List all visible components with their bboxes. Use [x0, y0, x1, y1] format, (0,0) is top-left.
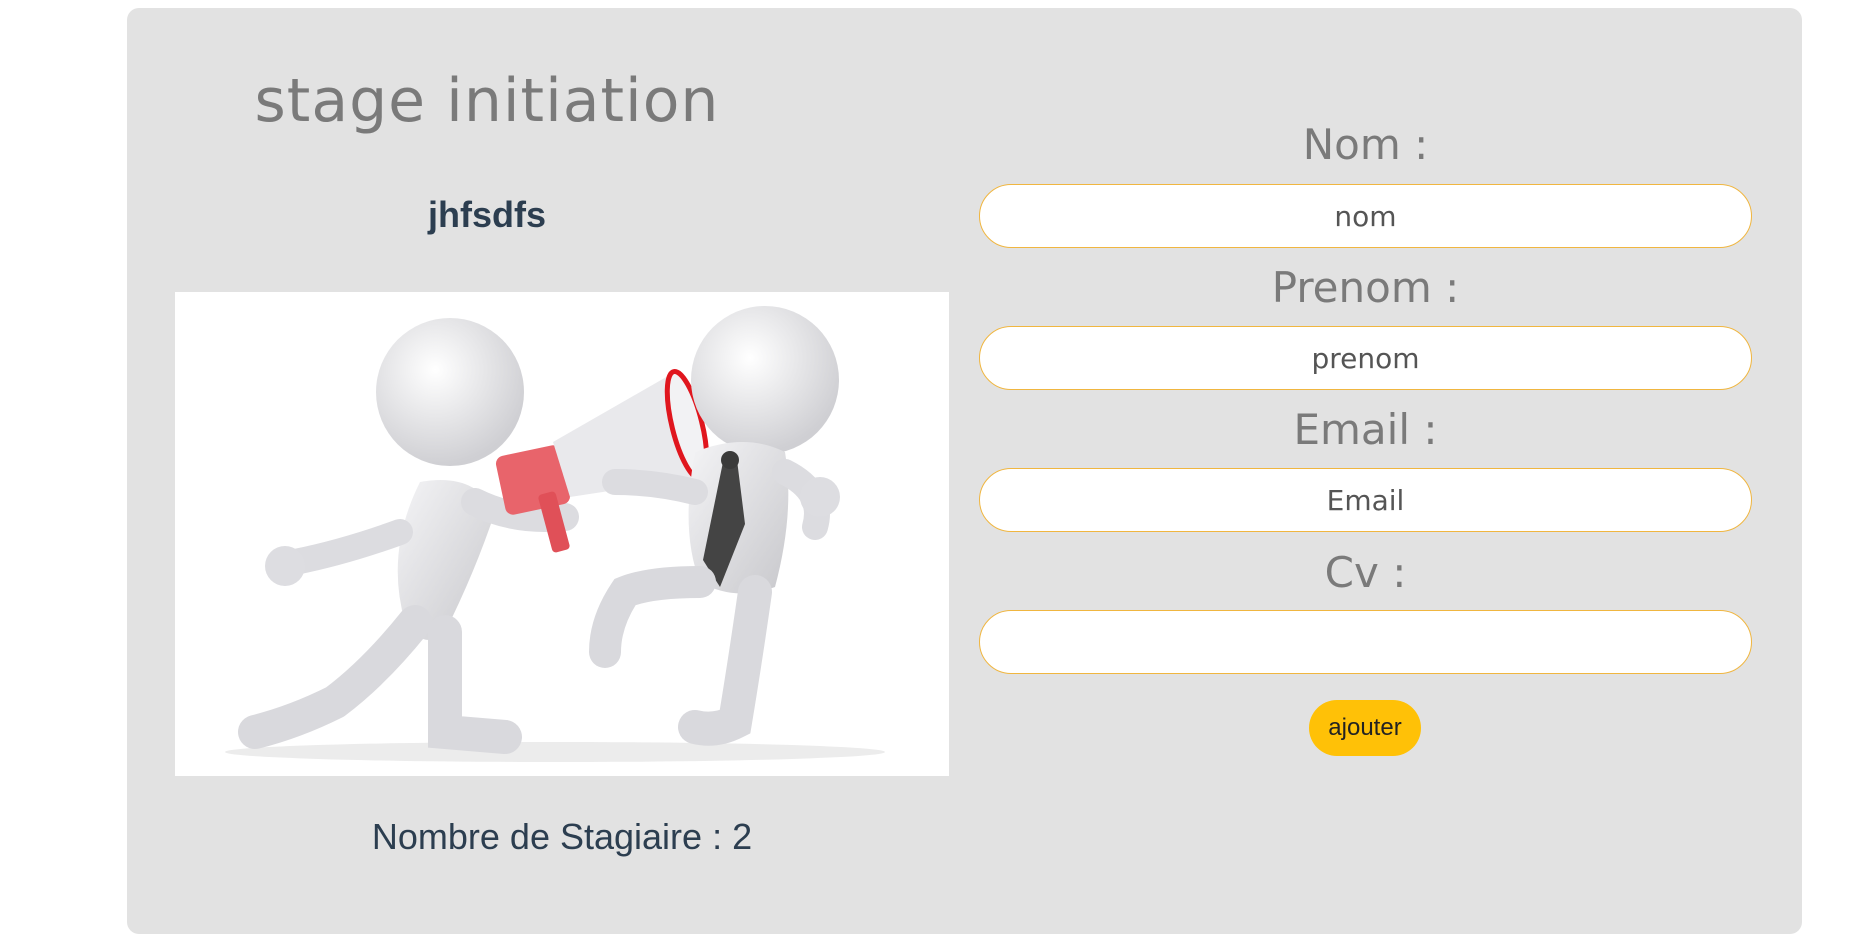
subtitle: jhfsdfs: [427, 194, 546, 235]
illustration-image: [175, 292, 949, 776]
trainee-form: Nom : Prenom : Email : Cv : ajouter: [979, 8, 1752, 934]
trainee-count: Nombre de Stagiaire : 2: [371, 816, 753, 857]
page-title: stage initiation: [254, 66, 720, 136]
prenom-label: Prenom :: [1271, 263, 1460, 312]
megaphone-illustration-icon: [225, 306, 885, 762]
prenom-input[interactable]: [979, 326, 1752, 390]
add-button[interactable]: ajouter: [1309, 700, 1421, 756]
cv-input[interactable]: [979, 610, 1752, 674]
email-input[interactable]: [979, 468, 1752, 532]
main-card: stage initiation jhfsdfs Nombre de Stagi…: [127, 8, 1802, 934]
email-label: Email :: [1293, 405, 1438, 454]
cv-label: Cv :: [1324, 548, 1407, 597]
info-panel: stage initiation jhfsdfs Nombre de Stagi…: [175, 8, 949, 934]
nom-label: Nom :: [1302, 120, 1429, 169]
nom-input[interactable]: [979, 184, 1752, 248]
